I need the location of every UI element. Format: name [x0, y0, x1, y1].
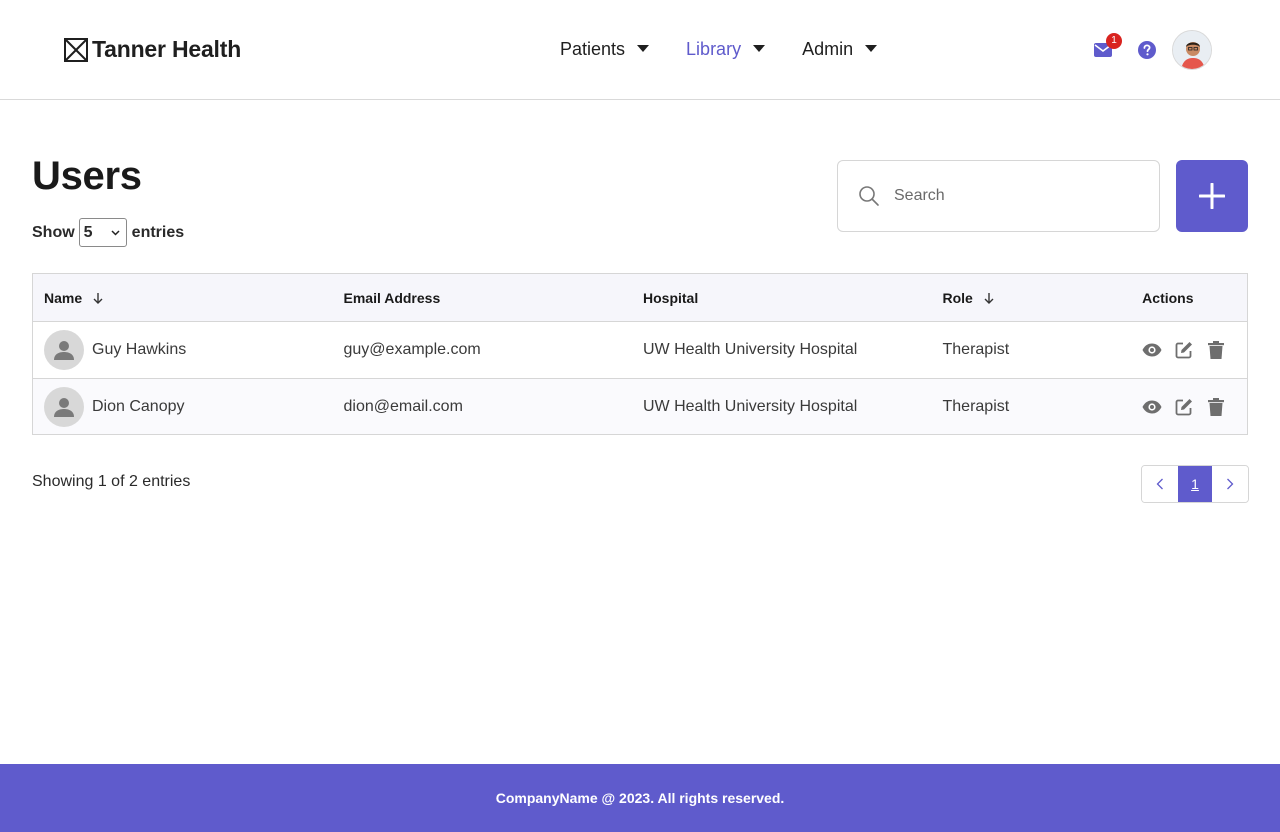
delete-button[interactable] — [1206, 397, 1226, 417]
trash-icon — [1208, 397, 1225, 416]
cell-name: Dion Canopy — [33, 386, 333, 427]
header-actions: 1 — [1090, 30, 1212, 70]
column-label: Role — [942, 289, 973, 306]
top-header: Tanner Health Patients Library Admin 1 — [0, 0, 1280, 100]
add-user-button[interactable] — [1176, 160, 1248, 232]
nav-item-label: Admin — [802, 38, 854, 59]
chevron-right-icon — [1227, 478, 1234, 490]
avatar — [44, 386, 84, 427]
column-header-actions: Actions — [1131, 290, 1247, 306]
search-box[interactable] — [837, 160, 1160, 232]
chevron-left-icon — [1156, 478, 1163, 490]
delete-button[interactable] — [1206, 340, 1226, 360]
view-button[interactable] — [1142, 397, 1162, 417]
nav-item-label: Patients — [560, 38, 626, 59]
prev-page-button[interactable] — [1142, 466, 1178, 502]
sort-down-icon — [984, 292, 994, 304]
logo-icon — [64, 37, 88, 62]
page-button-current[interactable]: 1 — [1178, 466, 1212, 502]
cell-email: guy@example.com — [343, 341, 481, 358]
column-label: Actions — [1142, 289, 1194, 306]
column-header-email: Email Address — [333, 290, 633, 306]
entries-prefix: Show — [32, 223, 75, 241]
notification-badge: 1 — [1106, 33, 1122, 49]
users-table: Name Email Address Hospital Role Actions… — [32, 273, 1248, 435]
cell-role: Therapist — [942, 341, 1010, 358]
cell-name: Guy Hawkins — [33, 330, 333, 370]
cell-actions — [1131, 340, 1247, 360]
footer-copyright: CompanyName @ 2023. All rights reserved. — [495, 790, 785, 806]
edit-icon — [1175, 398, 1193, 415]
page-title: Users — [32, 154, 142, 198]
chevron-down-icon — [111, 229, 120, 236]
sort-down-icon — [93, 292, 103, 304]
mail-button[interactable]: 1 — [1090, 33, 1122, 63]
nav-item-admin[interactable]: Admin — [802, 36, 878, 62]
entries-control: Show 5 entries — [32, 218, 184, 247]
nav-item-library[interactable]: Library — [686, 36, 766, 62]
table-row: Guy Hawkins guy@example.com UW Health Un… — [33, 322, 1247, 378]
avatar — [44, 330, 84, 370]
cell-hospital: UW Health University Hospital — [643, 397, 858, 415]
column-label: Hospital — [643, 289, 699, 306]
help-button[interactable] — [1138, 41, 1156, 59]
brand-logo[interactable]: Tanner Health — [64, 36, 241, 63]
column-header-name[interactable]: Name — [33, 290, 333, 306]
caret-down-icon — [865, 45, 878, 52]
eye-icon — [1142, 400, 1162, 413]
user-name: Guy Hawkins — [92, 341, 187, 358]
column-label: Name — [44, 289, 83, 306]
entries-select[interactable]: 5 — [78, 218, 127, 247]
cell-email: dion@email.com — [343, 397, 463, 415]
brand-name: Tanner Health — [92, 36, 242, 62]
main-nav: Patients Library Admin — [560, 36, 878, 62]
pagination-summary: Showing 1 of 2 entries — [32, 473, 191, 490]
trash-icon — [1208, 341, 1225, 359]
edit-button[interactable] — [1174, 397, 1194, 417]
profile-avatar[interactable] — [1172, 30, 1212, 70]
plus-icon — [1199, 183, 1225, 209]
edit-button[interactable] — [1174, 340, 1194, 360]
edit-icon — [1175, 342, 1193, 359]
column-header-hospital: Hospital — [632, 290, 932, 306]
search-icon — [859, 186, 879, 206]
caret-down-icon — [637, 45, 650, 52]
nav-item-label: Library — [686, 38, 742, 59]
avatar-image — [1173, 31, 1211, 69]
caret-down-icon — [753, 45, 766, 52]
column-header-role[interactable]: Role — [932, 290, 1132, 306]
entries-selected-value: 5 — [83, 223, 93, 241]
eye-icon — [1142, 343, 1162, 357]
table-row: Dion Canopy dion@email.com UW Health Uni… — [33, 378, 1247, 434]
pagination: 1 — [1141, 465, 1249, 503]
table-header: Name Email Address Hospital Role Actions — [33, 274, 1247, 322]
entries-suffix: entries — [131, 223, 185, 241]
cell-actions — [1131, 397, 1247, 417]
help-icon — [1138, 41, 1156, 59]
search-input[interactable] — [894, 187, 1134, 205]
next-page-button[interactable] — [1212, 466, 1248, 502]
view-button[interactable] — [1142, 340, 1162, 360]
person-icon — [54, 341, 74, 360]
cell-role: Therapist — [942, 397, 1010, 415]
column-label: Email Address — [343, 289, 441, 306]
person-icon — [54, 397, 74, 417]
page-footer: CompanyName @ 2023. All rights reserved. — [0, 764, 1280, 832]
nav-item-patients[interactable]: Patients — [560, 36, 650, 62]
user-name: Dion Canopy — [92, 397, 185, 415]
cell-hospital: UW Health University Hospital — [643, 341, 858, 358]
